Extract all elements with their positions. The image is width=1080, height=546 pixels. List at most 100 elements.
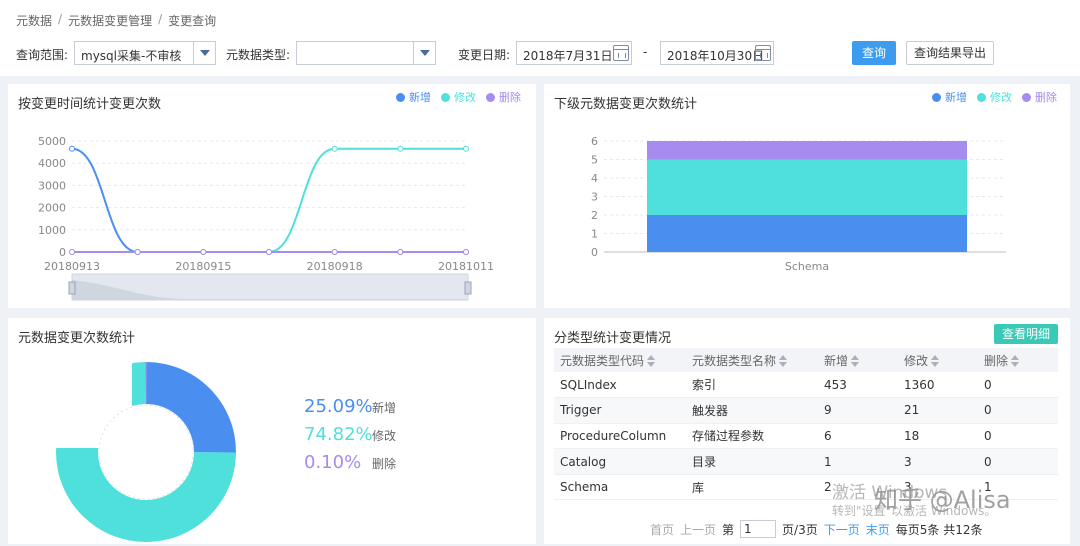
percent-row-added: 25.09% 新增 xyxy=(304,396,396,424)
data-point xyxy=(331,145,338,152)
data-point xyxy=(331,249,338,255)
breadcrumb-item-root[interactable]: 元数据 xyxy=(16,12,52,29)
column-header-label: 修改 xyxy=(904,353,929,368)
date-label: 变更日期: xyxy=(458,48,511,62)
pager-next[interactable]: 下一页 xyxy=(824,521,860,538)
cell-added: 453 xyxy=(818,372,898,399)
column-header-type-name[interactable]: 元数据类型名称 xyxy=(686,348,818,372)
breadcrumb-separator: / xyxy=(158,12,163,26)
data-point xyxy=(200,249,207,255)
x-tick-label: 20181011 xyxy=(438,260,494,273)
column-header-deleted[interactable]: 删除 xyxy=(978,348,1058,372)
column-header-modified[interactable]: 修改 xyxy=(898,348,978,372)
query-button[interactable]: 查询 xyxy=(852,41,896,65)
date-from-input[interactable]: 2018年7月31日 xyxy=(516,41,632,65)
cell-deleted: 0 xyxy=(978,372,1058,399)
table-row[interactable]: ProcedureColumn 存储过程参数 6 18 0 xyxy=(554,423,1058,450)
zhihu-watermark: 知乎 @Alisa xyxy=(874,486,1011,514)
percent-modified: 74.82% xyxy=(304,424,373,445)
y-tick-label: 5000 xyxy=(38,135,66,148)
breadcrumb-separator: / xyxy=(58,12,63,26)
export-button[interactable]: 查询结果导出 xyxy=(906,41,994,65)
breadcrumb-item-manage[interactable]: 元数据变更管理 xyxy=(68,12,152,29)
breadcrumb: 元数据 / 元数据变更管理 / 变更查询 xyxy=(16,12,216,29)
cell-type-code: Catalog xyxy=(554,448,686,475)
cell-type-name: 索引 xyxy=(686,372,818,399)
child-bar-chart: 0 1 2 3 4 5 6 Schema xyxy=(591,135,1006,273)
chevron-down-icon[interactable] xyxy=(413,42,435,64)
table-row[interactable]: Trigger 触发器 9 21 0 xyxy=(554,397,1058,424)
cell-type-code: ProcedureColumn xyxy=(554,423,686,450)
sort-icon[interactable] xyxy=(779,355,788,367)
scope-label: 查询范围: xyxy=(16,48,69,62)
cell-modified: 21 xyxy=(898,397,978,424)
sort-icon[interactable] xyxy=(647,355,656,367)
donut-percent-list: 25.09% 新增 74.82% 修改 0.10% 删除 xyxy=(304,396,396,480)
type-stats-table: 元数据类型代码 元数据类型名称 新增 修改 删除 SQLIndex 索引 453 13… xyxy=(554,348,1058,501)
pager-first[interactable]: 首页 xyxy=(650,521,674,538)
sort-icon[interactable] xyxy=(851,355,860,367)
y-tick-label: 1000 xyxy=(38,224,66,237)
data-point xyxy=(266,249,272,255)
cell-modified: 3 xyxy=(898,448,978,475)
bar-segment-modified xyxy=(647,159,967,215)
x-tick-label: 20180915 xyxy=(175,260,231,273)
type-stats-title: 分类型统计变更情况 xyxy=(554,331,672,346)
series-line-modified xyxy=(72,147,466,254)
chevron-down-icon[interactable] xyxy=(193,42,215,64)
y-tick-label: 4000 xyxy=(38,157,66,170)
cell-added: 6 xyxy=(818,423,898,450)
percent-added: 25.09% xyxy=(304,396,373,417)
x-tick-label: Schema xyxy=(785,260,829,273)
column-header-label: 元数据类型名称 xyxy=(692,353,777,368)
date-separator: - xyxy=(643,45,648,59)
y-tick-label: 2000 xyxy=(38,202,66,215)
table-row[interactable]: SQLIndex 索引 453 1360 0 xyxy=(554,372,1058,399)
sort-icon[interactable] xyxy=(1011,355,1020,367)
filter-bar: 查询范围: mysql采集-不审核 元数据类型: 变更日期: 2018年7月31… xyxy=(16,41,1076,65)
y-tick-label: 4 xyxy=(591,172,598,185)
date-to-input[interactable]: 2018年10月30日 xyxy=(660,41,774,65)
scope-select[interactable]: mysql采集-不审核 xyxy=(74,41,216,65)
view-detail-button[interactable]: 查看明细 xyxy=(993,324,1058,344)
breadcrumb-item-current: 变更查询 xyxy=(168,14,217,28)
bar-segment-deleted xyxy=(647,141,967,160)
sort-icon[interactable] xyxy=(931,355,940,367)
series-line-added xyxy=(71,147,466,254)
y-tick-label: 3000 xyxy=(38,179,66,192)
data-point xyxy=(397,145,404,152)
cell-type-code: Schema xyxy=(554,474,686,501)
type-select[interactable] xyxy=(296,41,436,65)
pager-page-input[interactable]: 1 xyxy=(740,520,777,538)
cell-type-code: Trigger xyxy=(554,397,686,424)
cell-deleted: 0 xyxy=(978,448,1058,475)
donut-panel: 元数据变更次数统计 25.09% 新增 74.82% 修改 0.10% 删除 xyxy=(8,318,536,544)
x-tick-label: 20180913 xyxy=(44,260,100,273)
pager-page-prefix: 第 xyxy=(722,522,735,537)
cell-modified: 1360 xyxy=(898,372,978,399)
cell-added: 9 xyxy=(818,397,898,424)
calendar-icon[interactable] xyxy=(613,45,629,61)
cell-type-code: SQLIndex xyxy=(554,372,686,399)
calendar-icon[interactable] xyxy=(755,45,771,61)
top-bar: 元数据 / 元数据变更管理 / 变更查询 查询范围: mysql采集-不审核 元… xyxy=(0,0,1080,76)
y-tick-label: 0 xyxy=(59,246,66,259)
time-line-chart: 0 1000 2000 3000 4000 5000 20180913 20180915 201… xyxy=(38,135,494,301)
percent-row-deleted: 0.10% 删除 xyxy=(304,452,396,480)
column-header-added[interactable]: 新增 xyxy=(818,348,898,372)
pager-summary: 每页5条 共12条 xyxy=(895,522,983,537)
pager-prev[interactable]: 上一页 xyxy=(680,521,716,538)
pager-page-suffix: 页/3页 xyxy=(782,522,818,537)
cell-type-name: 存储过程参数 xyxy=(686,423,818,450)
pager-last[interactable]: 末页 xyxy=(866,521,890,538)
column-header-type-code[interactable]: 元数据类型代码 xyxy=(554,348,686,372)
column-header-label: 删除 xyxy=(984,353,1009,368)
donut-hole xyxy=(98,404,194,500)
table-row[interactable]: Catalog 目录 1 3 0 xyxy=(554,448,1058,475)
bar-segment-added xyxy=(647,215,967,252)
column-header-label: 元数据类型代码 xyxy=(560,353,645,368)
cell-type-name: 库 xyxy=(686,474,818,501)
data-point xyxy=(134,249,141,255)
zoom-handle-left xyxy=(68,281,76,295)
x-tick-label: 20180918 xyxy=(307,260,363,273)
